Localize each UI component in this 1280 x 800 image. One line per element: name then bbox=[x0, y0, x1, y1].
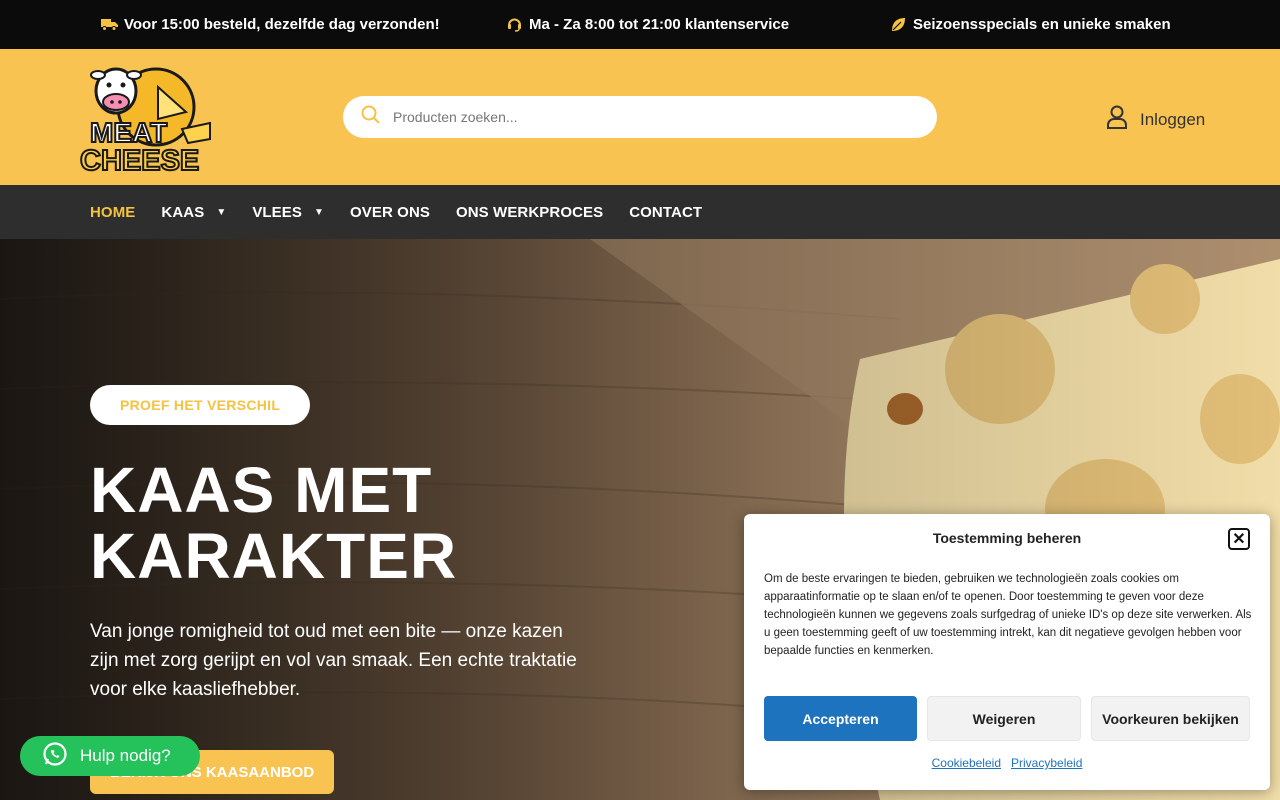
nav-item-label: KAAS bbox=[161, 203, 205, 221]
help-label: Hulp nodig? bbox=[80, 746, 171, 765]
nav-item-label: ONS WERKPROCES bbox=[455, 203, 604, 221]
service-hours-text: Ma - Za 8:00 tot 21:00 klantenservice bbox=[529, 16, 790, 33]
whatsapp-help-button[interactable]: Hulp nodig? bbox=[20, 736, 200, 776]
leaf-icon bbox=[889, 17, 907, 32]
caret-down-icon: ▼ bbox=[314, 206, 324, 218]
search-icon[interactable] bbox=[361, 105, 381, 130]
consent-title: Toestemming beheren bbox=[932, 530, 1082, 546]
truck-icon bbox=[100, 18, 118, 31]
consent-description: Om de beste ervaringen te bieden, gebrui… bbox=[764, 573, 1252, 657]
nav-item-label: VLEES bbox=[252, 203, 302, 221]
cookie-consent-dialog: Toestemming beheren ✕ Om de beste ervari… bbox=[744, 514, 1270, 790]
search-bar[interactable] bbox=[343, 96, 937, 138]
search-input[interactable] bbox=[393, 109, 913, 125]
consent-links: Cookiebeleid Privacybeleid bbox=[744, 756, 1270, 770]
top-info-bar: Voor 15:00 besteld, dezelfde dag verzond… bbox=[0, 0, 1280, 49]
whatsapp-icon bbox=[42, 741, 68, 772]
caret-down-icon: ▼ bbox=[216, 206, 227, 218]
nav-item-kaas[interactable]: KAAS ▼ bbox=[161, 204, 226, 221]
nav-item-label: HOME bbox=[90, 203, 136, 221]
logo-word-meat: MEAT bbox=[89, 117, 168, 148]
shipping-info: Voor 15:00 besteld, dezelfde dag verzond… bbox=[100, 16, 440, 33]
nav-item-vlees[interactable]: VLEES ▼ bbox=[252, 204, 324, 221]
hero-title: KAAS MET KARAKTER bbox=[90, 457, 610, 589]
seasonal-info-text: Seizoensspecials en unieke smaken bbox=[913, 16, 1171, 33]
logo-word-cheese: CHEESE bbox=[79, 145, 200, 177]
nav-item-ons-werkproces[interactable]: ONS WERKPROCES bbox=[456, 204, 603, 221]
nav-item-label: OVER ONS bbox=[350, 203, 430, 221]
nav-item-label: CONTACT bbox=[629, 203, 703, 221]
seasonal-info: Seizoensspecials en unieke smaken bbox=[889, 16, 1171, 33]
nav-item-contact[interactable]: CONTACT bbox=[629, 204, 702, 221]
deny-button[interactable]: Weigeren bbox=[927, 696, 1081, 741]
nav-item-home[interactable]: HOME bbox=[90, 204, 135, 221]
view-preferences-button[interactable]: Voorkeuren bekijken bbox=[1091, 696, 1250, 741]
headset-icon bbox=[505, 17, 523, 32]
cookie-policy-link[interactable]: Cookiebeleid bbox=[932, 756, 1001, 770]
hero-title-line: KARAKTER bbox=[90, 520, 458, 592]
main-nav: HOME KAAS ▼ VLEES ▼ OVER ONS ONS WERKPRO… bbox=[0, 185, 1280, 239]
login-link[interactable]: Inloggen bbox=[1106, 105, 1205, 134]
close-icon[interactable]: ✕ bbox=[1228, 528, 1250, 550]
service-hours-info: Ma - Za 8:00 tot 21:00 klantenservice bbox=[505, 16, 789, 33]
hero-badge: PROEF HET VERSCHIL bbox=[90, 385, 311, 425]
accept-button[interactable]: Accepteren bbox=[764, 696, 917, 741]
user-icon bbox=[1106, 105, 1128, 134]
privacy-policy-link[interactable]: Privacybeleid bbox=[1011, 756, 1082, 770]
site-header: MEAT CHEESE Inloggen bbox=[0, 49, 1280, 185]
hero-title-line: KAAS MET bbox=[90, 454, 433, 526]
nav-item-over-ons[interactable]: OVER ONS bbox=[350, 204, 430, 221]
login-label: Inloggen bbox=[1140, 109, 1206, 129]
shipping-info-text: Voor 15:00 besteld, dezelfde dag verzond… bbox=[124, 16, 440, 33]
hero-description: Van jonge romigheid tot oud met een bite… bbox=[90, 621, 577, 700]
meat-cheese-logo[interactable]: MEAT CHEESE bbox=[78, 57, 214, 179]
